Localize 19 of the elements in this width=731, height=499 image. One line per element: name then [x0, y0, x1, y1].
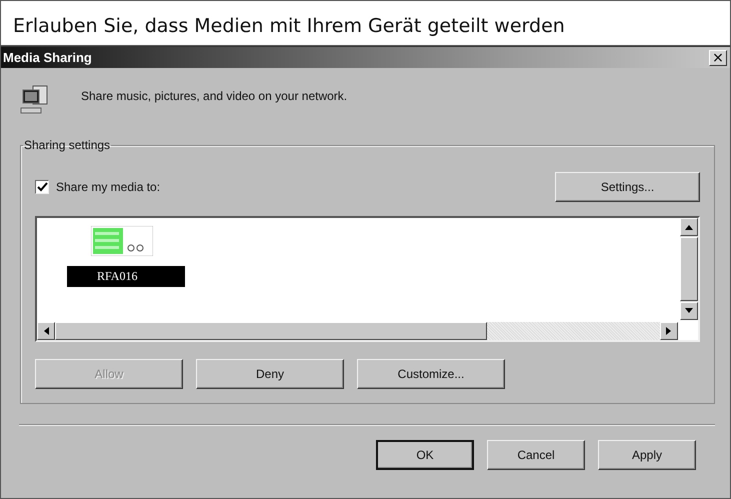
window-title: Media Sharing — [3, 50, 92, 65]
left-arrow-icon[interactable] — [43, 327, 49, 335]
right-arrow-icon[interactable] — [666, 327, 672, 335]
vertical-scrollbar[interactable] — [680, 218, 698, 320]
share-checkbox[interactable] — [35, 180, 49, 194]
checkbox-label: Share my media to: — [56, 180, 160, 194]
group-label: Sharing settings — [23, 138, 112, 152]
dialog-button[interactable]: Cancel — [487, 440, 585, 470]
settings-button[interactable]: Settings... — [555, 172, 700, 202]
horizontal-scrollbar[interactable] — [37, 322, 678, 340]
action-button[interactable]: Deny — [196, 359, 344, 389]
action-button[interactable]: Customize... — [357, 359, 505, 389]
dialog-button[interactable]: OK — [376, 440, 474, 470]
down-arrow-icon[interactable] — [685, 308, 693, 314]
description-text: Share music, pictures, and video on your network. — [81, 89, 348, 103]
device-label[interactable]: RFA016 — [67, 266, 185, 287]
dialog-button[interactable]: Apply — [598, 440, 696, 470]
close-button[interactable]: × — [709, 50, 727, 66]
up-arrow-icon[interactable] — [685, 224, 693, 230]
